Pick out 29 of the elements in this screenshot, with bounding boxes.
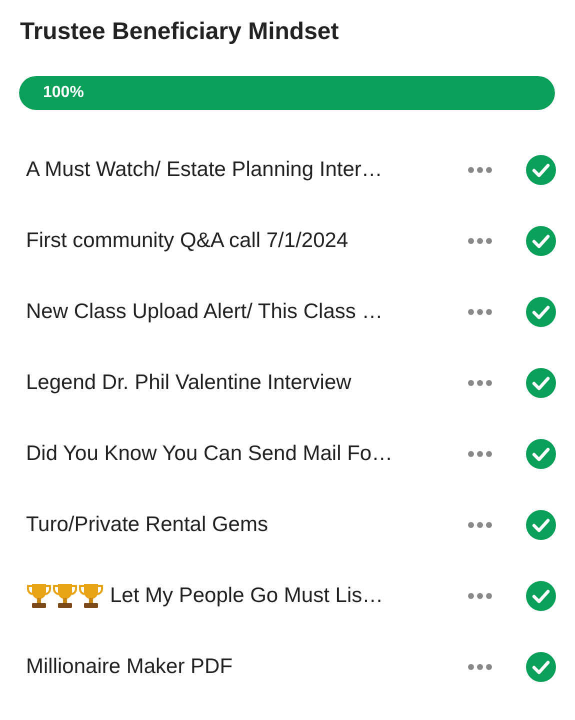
more-icon[interactable] bbox=[467, 450, 493, 458]
trophy-icon bbox=[78, 582, 104, 610]
check-icon[interactable] bbox=[525, 296, 557, 328]
lesson-title[interactable]: Turo/Private Rental Gems bbox=[26, 512, 268, 536]
progress-label: 100% bbox=[43, 84, 84, 102]
more-icon[interactable] bbox=[467, 662, 493, 670]
more-icon[interactable] bbox=[467, 592, 493, 600]
more-icon[interactable] bbox=[467, 166, 493, 174]
check-icon[interactable] bbox=[525, 508, 557, 540]
more-icon[interactable] bbox=[467, 520, 493, 528]
lesson-title[interactable]: Millionaire Maker PDF bbox=[26, 654, 233, 678]
lesson-title[interactable]: Let My People Go Must Lis… bbox=[110, 584, 384, 608]
lesson-title[interactable]: Legend Dr. Phil Valentine Interview bbox=[26, 370, 352, 394]
lesson-title[interactable]: First community Q&A call 7/1/2024 bbox=[26, 228, 348, 252]
check-icon[interactable] bbox=[525, 224, 557, 256]
lesson-title[interactable]: New Class Upload Alert/ This Class … bbox=[26, 300, 383, 324]
lesson-title[interactable]: Did You Know You Can Send Mail Fo… bbox=[26, 442, 393, 466]
more-icon[interactable] bbox=[467, 308, 493, 316]
check-icon[interactable] bbox=[525, 366, 557, 398]
lesson-title[interactable]: A Must Watch/ Estate Planning Inter… bbox=[26, 158, 382, 182]
check-icon[interactable] bbox=[525, 650, 557, 682]
check-icon[interactable] bbox=[525, 438, 557, 470]
course-title: Trustee Beneficiary Mindset bbox=[20, 18, 340, 46]
trophy-icon bbox=[26, 582, 52, 610]
trophy-icon bbox=[52, 582, 78, 610]
more-icon[interactable] bbox=[467, 378, 493, 386]
more-icon[interactable] bbox=[467, 236, 493, 244]
check-icon[interactable] bbox=[525, 154, 557, 186]
check-icon[interactable] bbox=[525, 580, 557, 612]
